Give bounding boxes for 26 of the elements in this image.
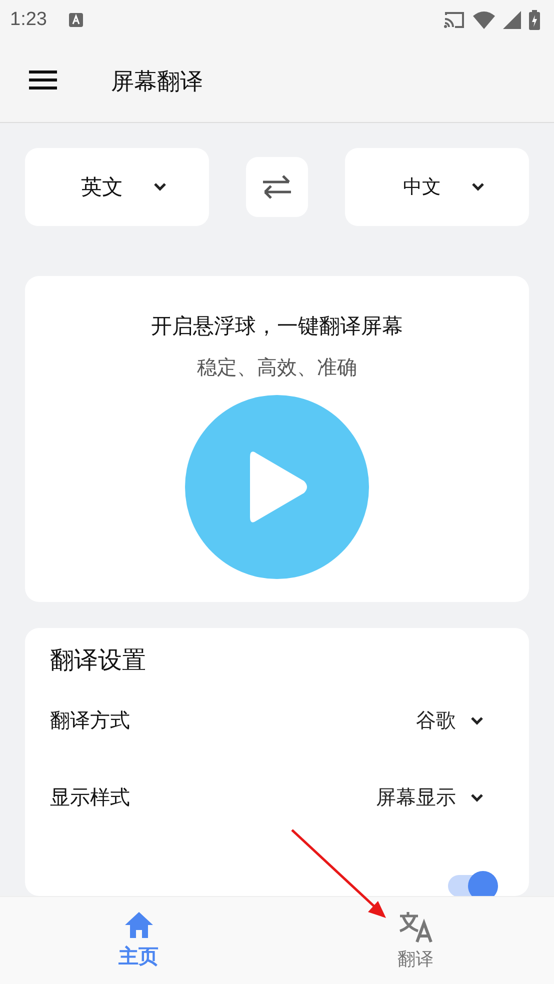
translate-icon [398, 910, 432, 942]
signal-icon [503, 11, 521, 29]
swap-languages-button[interactable] [246, 157, 308, 217]
promo-subtitle: 稳定、高效、准确 [197, 354, 357, 381]
setting-label: 显示样式 [50, 784, 130, 811]
target-language-selector[interactable]: 中文 [345, 148, 529, 226]
settings-title: 翻译设置 [50, 645, 147, 676]
chevron-down-icon [470, 716, 484, 726]
setting-dropdown[interactable]: 谷歌 [416, 707, 504, 734]
chevron-down-icon [470, 792, 484, 802]
keyboard-notification-icon [68, 13, 83, 27]
battery-icon [529, 10, 540, 30]
swap-arrows-icon [261, 174, 293, 200]
status-time: 1:23 [10, 9, 47, 31]
nav-tab[interactable]: 翻译 [277, 897, 554, 984]
chevron-down-icon [471, 182, 485, 192]
cast-icon [443, 11, 465, 29]
wifi-icon [473, 11, 495, 29]
chevron-down-icon [153, 182, 167, 192]
setting-dropdown[interactable]: 屏幕显示 [376, 784, 504, 811]
source-language-selector[interactable]: 英文 [25, 148, 209, 226]
setting-label: 翻译方式 [50, 707, 130, 734]
app-title: 屏幕翻译 [111, 68, 203, 96]
menu-button[interactable] [28, 70, 58, 92]
home-icon [124, 911, 154, 939]
promo-title: 开启悬浮球，一键翻译屏幕 [151, 313, 403, 340]
